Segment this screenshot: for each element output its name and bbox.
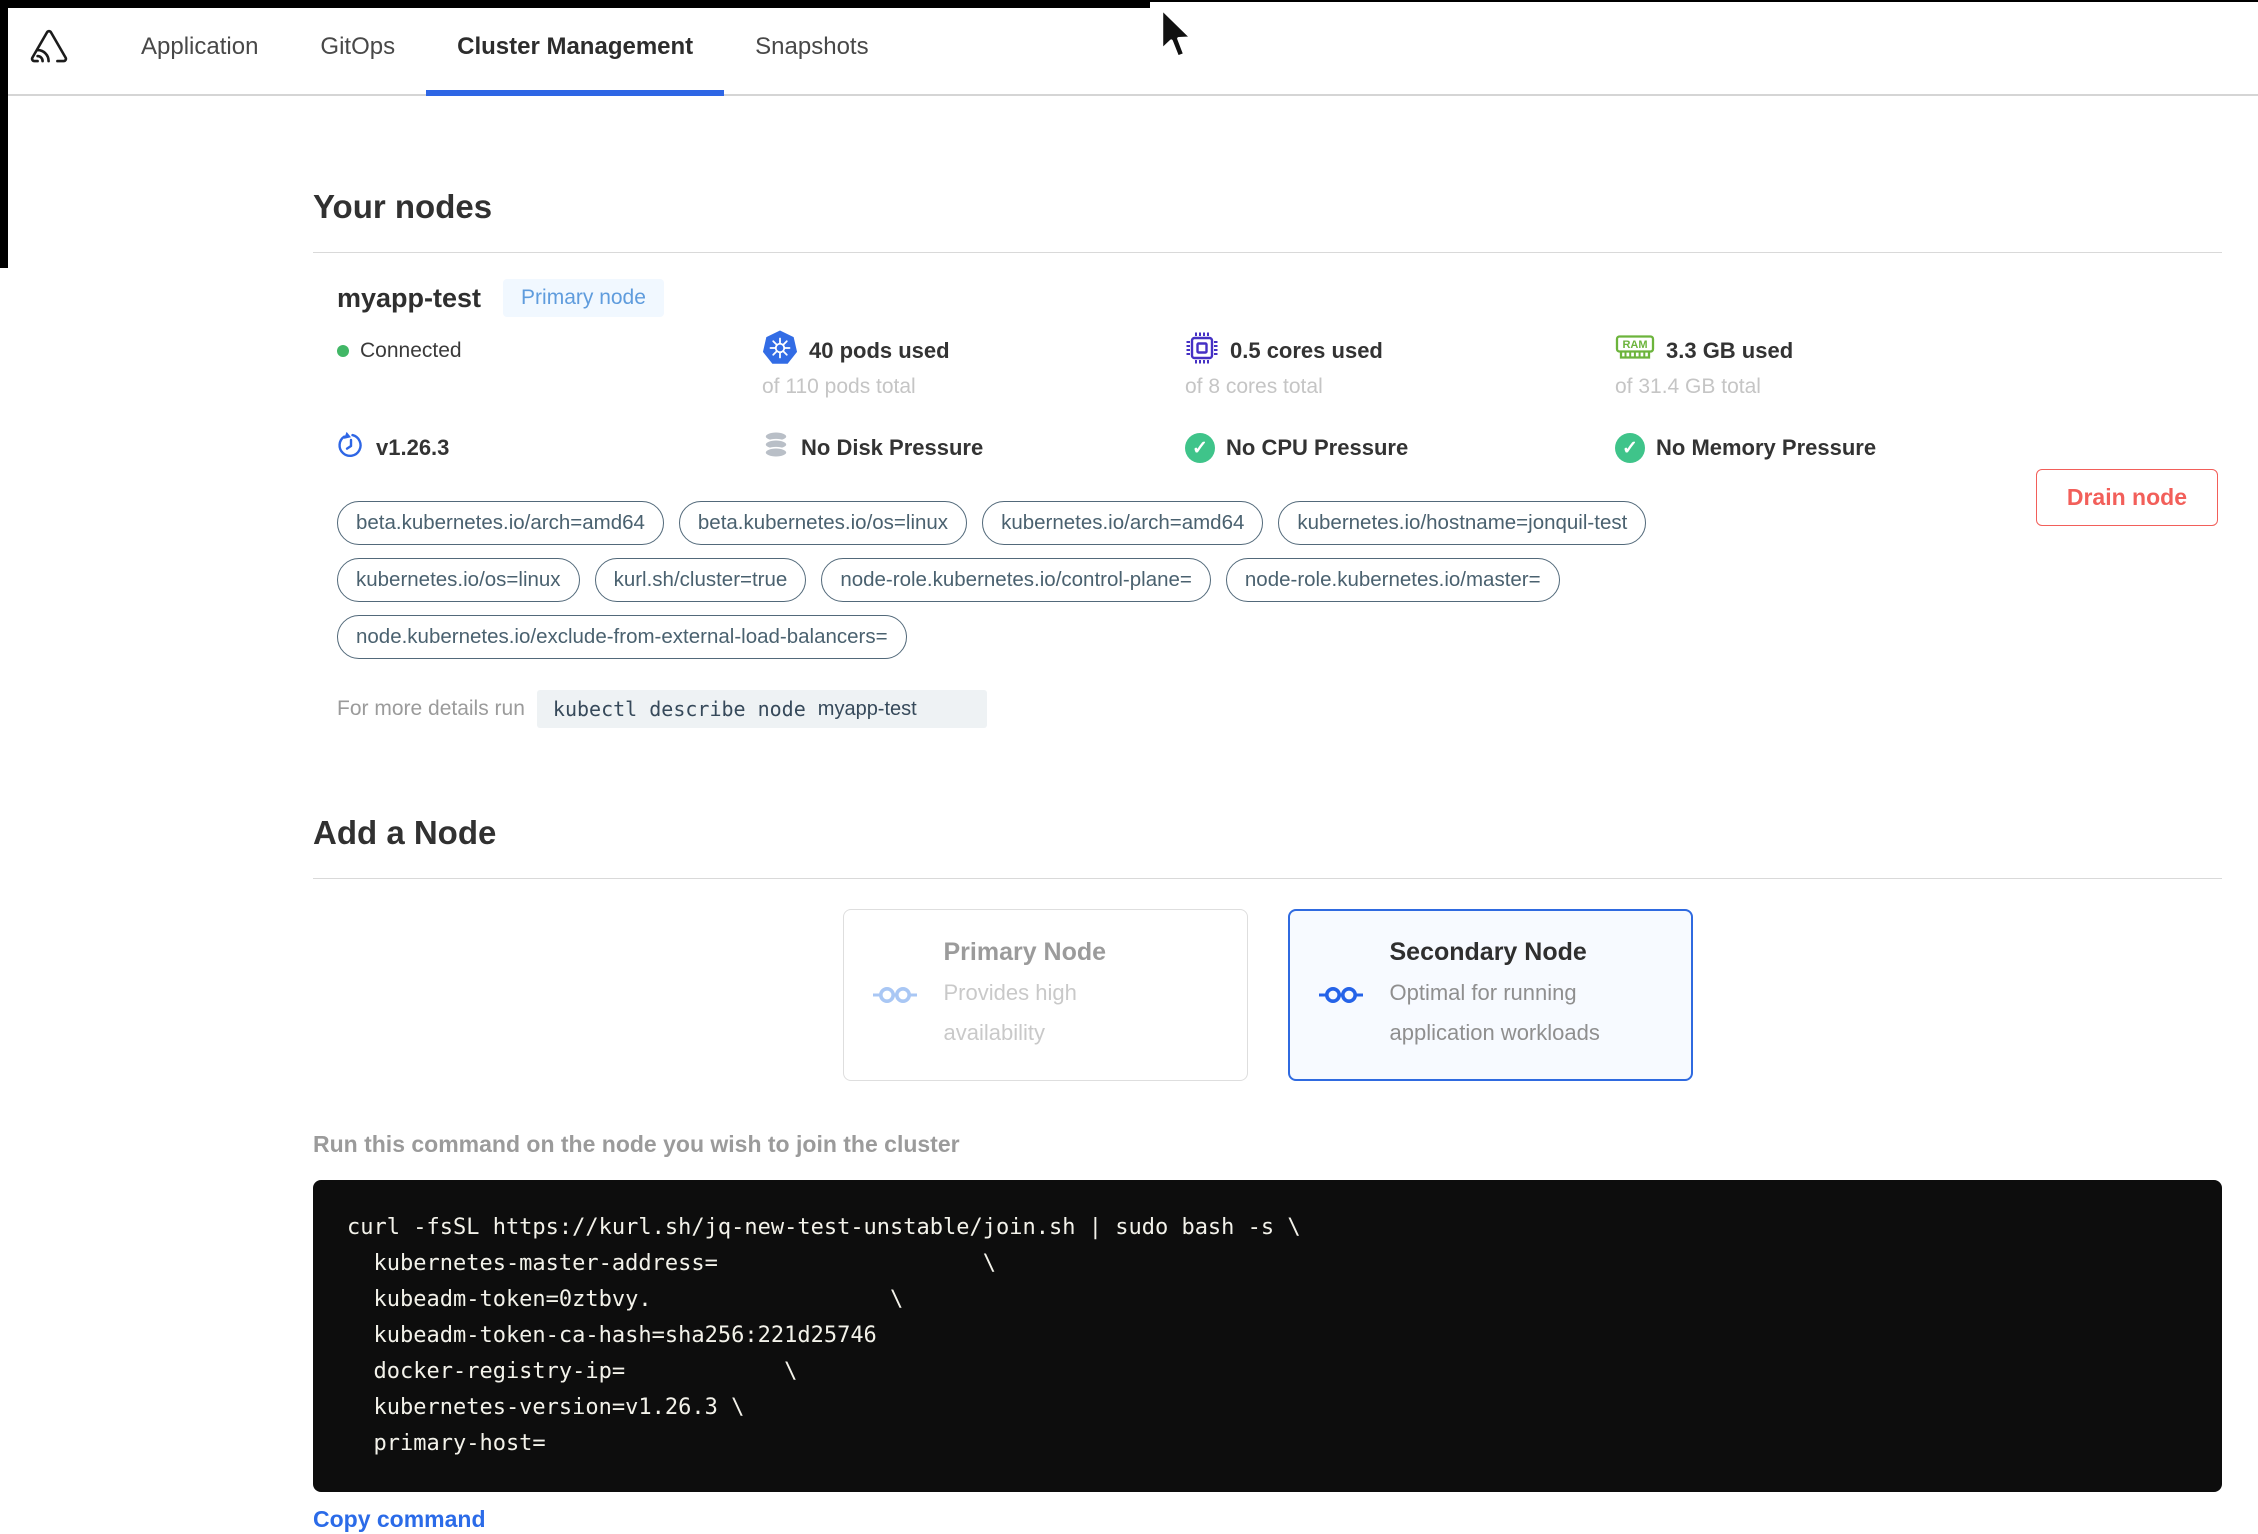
pods-total-label: of 110 pods total [762,375,916,398]
cpu-icon [1185,331,1219,371]
cpu-pressure-condition: ✓ No CPU Pressure [1185,429,1615,467]
primary-node-option-title: Primary Node [943,937,1107,966]
check-circle-icon: ✓ [1185,433,1215,463]
window-top-edge-left [0,0,1150,8]
version-history-icon [337,431,365,465]
disk-pressure-condition: No Disk Pressure [762,429,1185,467]
node-version-label: v1.26.3 [376,435,450,460]
node-label-tag: kubernetes.io/hostname=jonquil-test [1278,501,1647,545]
top-nav: Application GitOps Cluster Management Sn… [0,0,2258,96]
details-hint-line: For more details run kubectl describe no… [337,690,2222,728]
disk-icon [762,430,790,466]
node-status: Connected [337,331,762,371]
pods-stat: 40 pods used of 110 pods total [762,330,1185,399]
node-label-tag: beta.kubernetes.io/arch=amd64 [337,501,664,545]
memory-pressure-condition: ✓ No Memory Pressure [1615,429,2222,467]
kubectl-command-text: kubectl describe node [552,697,806,721]
node-labels: beta.kubernetes.io/arch=amd64 beta.kubern… [337,501,1797,672]
disk-pressure-label: No Disk Pressure [801,435,984,460]
pods-used-label: 40 pods used [809,338,950,363]
ram-icon: RAM [1615,332,1655,370]
join-command-terminal: curl -fsSL https://kurl.sh/jq-new-test-u… [313,1180,2222,1492]
kubectl-command-chip: kubectl describe node myapp-test [536,690,987,728]
check-circle-icon: ✓ [1615,433,1645,463]
terminal-line: curl -fsSL https://kurl.sh/jq-new-test-u… [347,1215,1301,1240]
add-node-title: Add a Node [313,814,497,851]
primary-node-option-desc: Provides high availability [943,979,1077,1045]
drain-node-button[interactable]: Drain node [2035,469,2218,526]
tab-application[interactable]: Application [110,0,289,94]
nav-tabs: Application GitOps Cluster Management Sn… [110,0,900,96]
node-label-tag: kubernetes.io/os=linux [337,558,580,602]
app-logo-icon [28,28,70,66]
node-link-icon [1318,984,1364,1006]
your-nodes-section: Your nodes myapp-test Primary node Conne… [313,96,2222,728]
svg-text:RAM: RAM [1622,339,1647,351]
terminal-line: primary-host= [347,1431,546,1456]
node-type-options: Primary Node Provides high availability … [313,909,2222,1081]
node-label-tag: node-role.kubernetes.io/control-plane= [821,558,1211,602]
node-link-icon [872,984,918,1006]
secondary-node-option[interactable]: Secondary Node Optimal for running appli… [1287,909,1693,1081]
secondary-node-option-desc: Optimal for running application workload… [1389,979,1600,1045]
section-divider [313,878,2222,879]
window-left-edge [0,0,8,268]
terminal-line: kubeadm-token-ca-hash=sha256:221d25746 [347,1323,877,1348]
node-version: v1.26.3 [337,429,762,467]
node-status-label: Connected [360,339,462,362]
node-label-tag: kubernetes.io/arch=amd64 [982,501,1264,545]
page-content: Your nodes myapp-test Primary node Conne… [313,96,2222,1533]
node-card: myapp-test Primary node Connected 40 pod… [313,279,2222,728]
section-divider [313,252,2222,253]
cores-total-label: of 8 cores total [1185,375,1323,398]
terminal-line: kubernetes-master-address= \ [347,1251,997,1276]
kubectl-command-node: myapp-test [817,697,917,720]
node-label-tag: node-role.kubernetes.io/master= [1225,558,1560,602]
join-command-label: Run this command on the node you wish to… [313,1131,960,1157]
tab-gitops[interactable]: GitOps [289,0,426,94]
node-stats-grid: Connected 40 pods used of 110 pods total… [337,330,2222,467]
cores-stat: 0.5 cores used of 8 cores total [1185,331,1615,399]
primary-node-badge: Primary node [503,279,664,317]
your-nodes-title: Your nodes [313,188,493,225]
node-label-tag: kurl.sh/cluster=true [594,558,807,602]
kubernetes-icon [762,330,798,372]
memory-total-label: of 31.4 GB total [1615,375,1761,398]
secondary-node-option-title: Secondary Node [1389,937,1587,966]
terminal-line: docker-registry-ip= \ [347,1359,798,1384]
memory-used-label: 3.3 GB used [1666,338,1794,363]
node-label-tag: beta.kubernetes.io/os=linux [678,501,968,545]
tab-snapshots[interactable]: Snapshots [724,0,899,94]
cpu-pressure-label: No CPU Pressure [1226,435,1409,460]
add-node-section: Add a Node Primary Node Provides high av… [313,814,2222,1533]
terminal-line: kubernetes-version=v1.26.3 \ [347,1395,745,1420]
status-dot-icon [337,345,349,357]
primary-node-option[interactable]: Primary Node Provides high availability [842,909,1248,1081]
node-label-tag: node.kubernetes.io/exclude-from-external… [337,615,907,659]
node-name: myapp-test [337,282,482,313]
memory-stat: RAM 3.3 GB used of 31.4 GB total [1615,331,2222,399]
copy-command-link[interactable]: Copy command [313,1506,486,1533]
cores-used-label: 0.5 cores used [1230,338,1383,363]
terminal-line: kubeadm-token=0ztbvy. \ [347,1287,904,1312]
tab-cluster-management[interactable]: Cluster Management [426,0,725,96]
memory-pressure-label: No Memory Pressure [1656,435,1877,460]
details-hint-text: For more details run [337,697,525,720]
